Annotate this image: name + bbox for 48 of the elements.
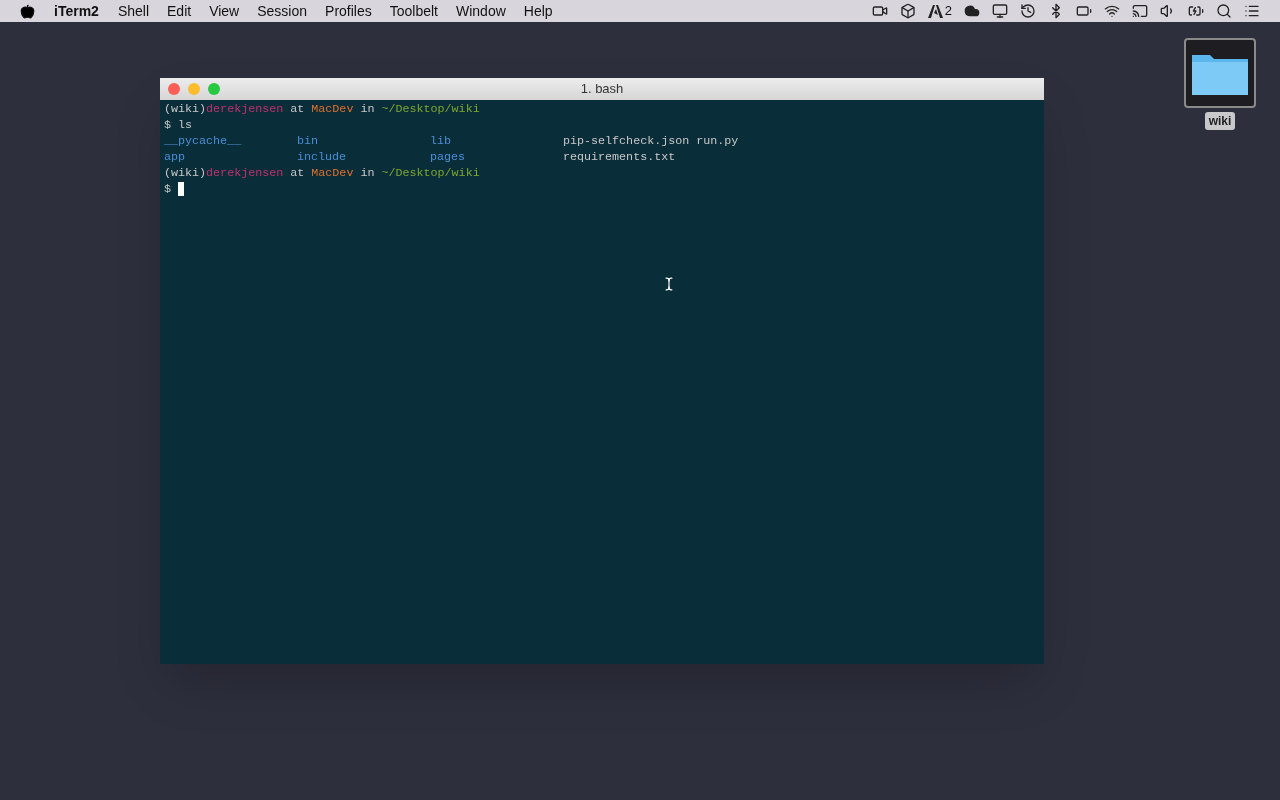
folder-label[interactable]: wiki xyxy=(1204,112,1236,130)
menu-item[interactable]: Profiles xyxy=(325,0,372,22)
terminal-text: at xyxy=(289,101,306,117)
cloud-icon[interactable] xyxy=(964,3,980,19)
monitor-icon[interactable] xyxy=(992,3,1008,19)
notification-count: 2 xyxy=(944,2,952,21)
menu-item[interactable]: Toolbelt xyxy=(389,0,438,22)
terminal-text: ~/Desktop/wiki xyxy=(381,101,480,117)
file-name: requirements.txt xyxy=(563,149,677,165)
terminal-text: MacDev xyxy=(311,165,354,181)
terminal-text: derekjensen xyxy=(206,101,284,117)
history-icon[interactable] xyxy=(1020,3,1036,19)
adobe-icon[interactable] xyxy=(927,4,943,18)
terminal-text: ~/Desktop/wiki xyxy=(381,165,480,181)
folder-icon[interactable] xyxy=(1184,38,1256,108)
battery-icon[interactable] xyxy=(1076,3,1092,19)
terminal-text: MacDev xyxy=(311,101,354,117)
terminal-text: in xyxy=(359,165,376,181)
terminal-text: $ xyxy=(164,181,171,197)
terminal-text: at xyxy=(289,165,306,181)
apple-icon[interactable] xyxy=(20,3,35,19)
file-name: app xyxy=(164,149,187,165)
search-icon[interactable] xyxy=(1216,3,1232,19)
file-name: pages xyxy=(430,149,467,165)
window-title: 1. bash xyxy=(580,80,624,99)
terminal-text: in xyxy=(359,101,376,117)
menu-item[interactable]: Window xyxy=(456,0,506,22)
menu-item[interactable]: Help xyxy=(523,0,553,22)
camera-icon[interactable] xyxy=(871,3,888,19)
file-name: __pycache__ xyxy=(164,133,243,149)
terminal-text: $ ls xyxy=(164,117,193,133)
terminal-text: (wiki) xyxy=(164,101,207,117)
menu-item[interactable]: Shell xyxy=(117,0,149,22)
file-name: lib xyxy=(430,133,453,149)
wifi-icon[interactable] xyxy=(1104,3,1120,19)
cast-icon[interactable] xyxy=(1132,3,1148,19)
menu-item[interactable]: iTerm2 xyxy=(54,0,99,22)
terminal-text: (wiki) xyxy=(164,165,207,181)
terminal-text: derekjensen xyxy=(206,165,284,181)
menu-item[interactable]: Edit xyxy=(167,0,192,22)
file-name: pip-selfcheck.json run.py xyxy=(563,133,740,149)
battery-charging-icon[interactable] xyxy=(1188,3,1204,19)
file-name: include xyxy=(297,149,348,165)
menu-item[interactable]: View xyxy=(209,0,240,22)
menu-item[interactable]: Session xyxy=(257,0,308,22)
menu-icon[interactable] xyxy=(1244,3,1260,19)
file-name: bin xyxy=(297,133,320,149)
box-icon[interactable] xyxy=(899,3,916,19)
